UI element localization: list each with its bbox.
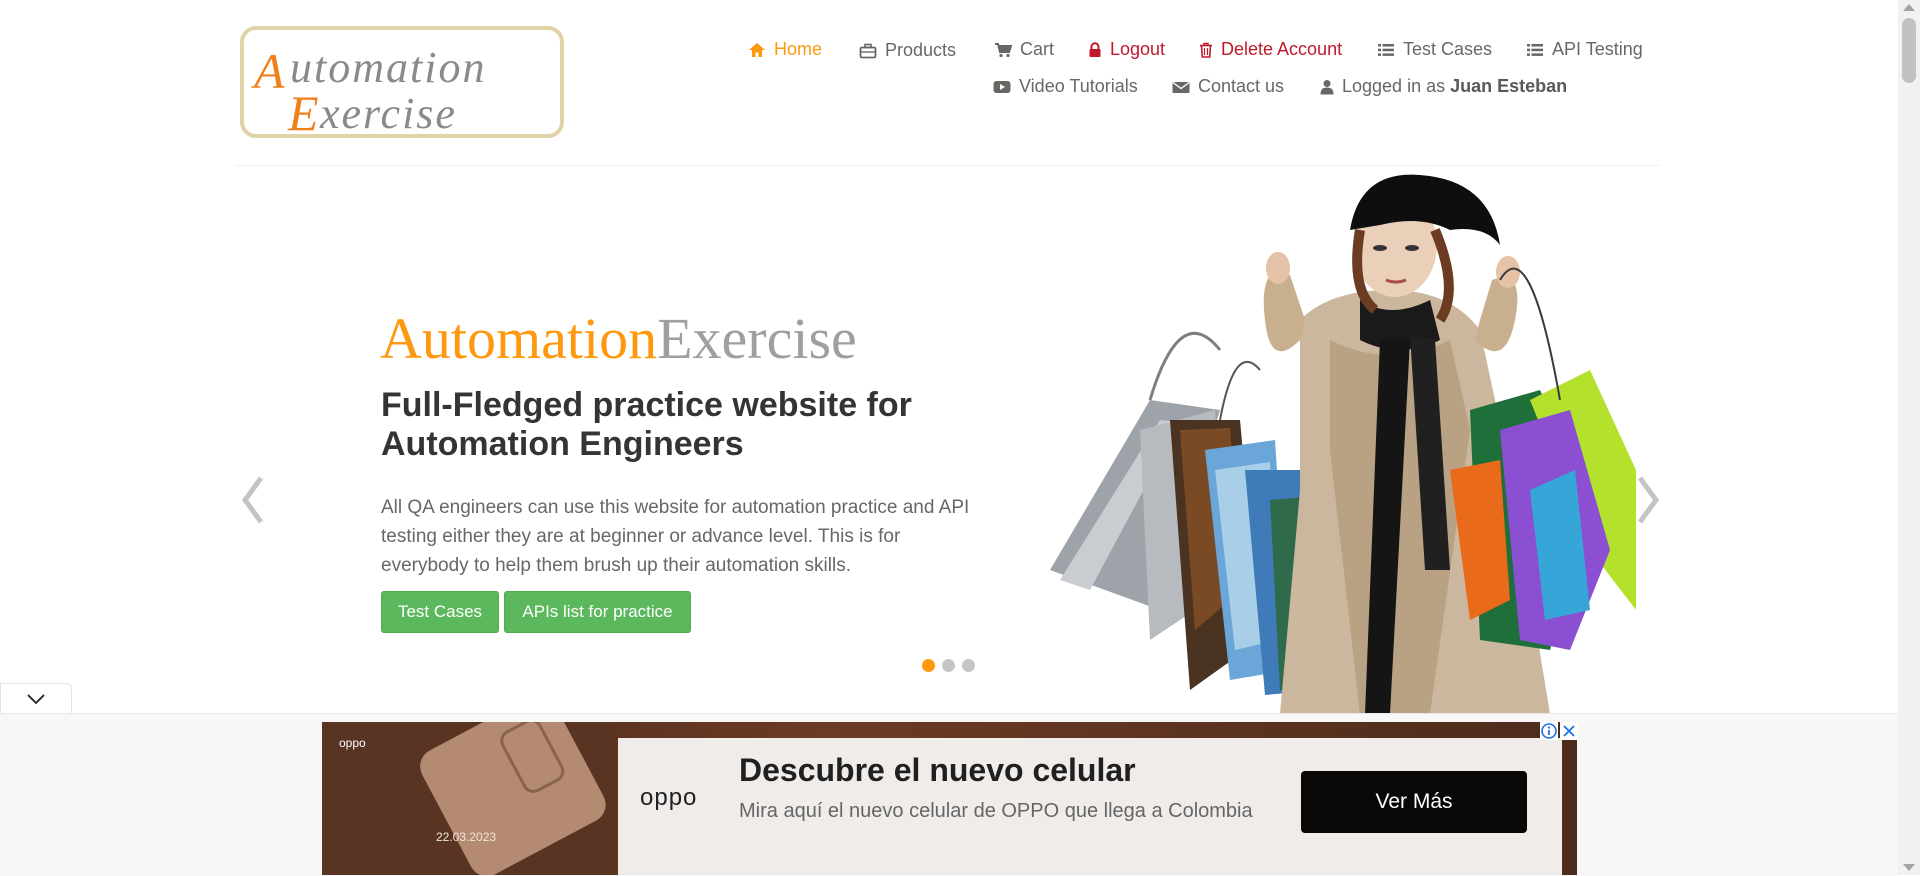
slider-dot-3[interactable] xyxy=(962,659,975,672)
nav-delete-account[interactable]: Delete Account xyxy=(1199,39,1342,60)
ad-date: 22.03.2023 xyxy=(436,830,497,844)
logged-in-text: Logged in as Juan Esteban xyxy=(1342,76,1567,97)
nav-api-testing-label: API Testing xyxy=(1552,39,1643,59)
logo-line2: xercise xyxy=(319,89,457,138)
home-icon xyxy=(749,42,765,57)
nav-logout-label: Logout xyxy=(1110,39,1166,59)
hero-image xyxy=(1050,174,1636,714)
header-divider xyxy=(235,165,1660,166)
nav-video-tutorials-label: Video Tutorials xyxy=(1019,76,1138,96)
brand-part-automation: Automation xyxy=(380,306,658,371)
nav-cart[interactable]: Cart xyxy=(994,39,1054,60)
nav-test-cases-label: Test Cases xyxy=(1403,39,1493,59)
ad-close-button[interactable] xyxy=(1560,722,1578,740)
nav-home-label: Home xyxy=(774,39,823,59)
user-icon xyxy=(1320,79,1334,94)
chevron-left-icon xyxy=(241,476,264,524)
slider-dot-2[interactable] xyxy=(942,659,955,672)
slider-prev-button[interactable] xyxy=(235,470,271,530)
list-icon xyxy=(1378,43,1394,56)
slider-indicators xyxy=(922,659,975,672)
list-icon xyxy=(1527,43,1543,56)
ad-brand-logo: oppo xyxy=(640,784,698,811)
scroll-up-arrow[interactable] xyxy=(1903,4,1915,11)
site-logo[interactable]: A utomation E xercise xyxy=(240,26,564,141)
ad-subtext: Mira aquí el nuevo celular de OPPO que l… xyxy=(739,800,1253,822)
envelope-icon xyxy=(1172,81,1190,93)
logo-graphic: A utomation E xercise xyxy=(251,43,486,141)
logged-in-username: Juan Esteban xyxy=(1450,76,1568,96)
slider-title: Full-Fledged practice website for Automa… xyxy=(381,386,912,463)
nav-api-testing[interactable]: API Testing xyxy=(1526,39,1643,60)
ad-info-button[interactable] xyxy=(1540,722,1558,740)
ad-headline: Descubre el nuevo celular xyxy=(739,752,1136,788)
test-cases-button[interactable]: Test Cases xyxy=(381,591,499,633)
logo-line1: utomation xyxy=(290,43,486,92)
slider-dot-1[interactable] xyxy=(922,659,935,672)
nav-video-tutorials[interactable]: Video Tutorials xyxy=(993,76,1138,97)
nav-contact-us[interactable]: Contact us xyxy=(1172,76,1284,97)
slider-description: All QA engineers can use this website fo… xyxy=(381,497,970,576)
ad-cta-button[interactable]: Ver Más xyxy=(1301,771,1527,833)
nav-logged-in[interactable]: Logged in as Juan Esteban xyxy=(1320,76,1567,97)
nav-cart-label: Cart xyxy=(1020,39,1055,59)
briefcase-icon xyxy=(859,43,877,58)
logo-initial-e: E xyxy=(287,85,319,141)
youtube-icon xyxy=(993,80,1011,93)
page-scrollbar[interactable] xyxy=(1898,0,1920,875)
ad-small-brand: oppo xyxy=(339,736,366,750)
brand-part-exercise: Exercise xyxy=(657,306,857,371)
chevron-down-icon xyxy=(27,693,45,704)
scrollbar-thumb[interactable] xyxy=(1902,18,1916,83)
apis-list-button[interactable]: APIs list for practice xyxy=(504,591,691,633)
ad-info-icon xyxy=(1541,723,1557,739)
nav-contact-us-label: Contact us xyxy=(1198,76,1285,96)
logo-initial-a: A xyxy=(251,43,285,99)
nav-delete-account-label: Delete Account xyxy=(1221,39,1343,59)
nav-products[interactable]: Products xyxy=(859,40,956,61)
trash-icon xyxy=(1200,42,1212,58)
nav-home[interactable]: Home xyxy=(748,39,822,60)
ad-collapse-toggle[interactable] xyxy=(0,683,72,713)
ad-banner[interactable]: oppo 22.03.2023 oppo Descubre el nuevo c… xyxy=(322,722,1577,875)
nav-products-label: Products xyxy=(885,40,957,60)
slider-brand: AutomationExercise xyxy=(380,310,857,368)
ad-close-icon xyxy=(1563,725,1575,737)
ad-card[interactable]: oppo Descubre el nuevo celular Mira aquí… xyxy=(618,738,1562,875)
nav-test-cases[interactable]: Test Cases xyxy=(1377,39,1492,60)
logged-in-prefix: Logged in as xyxy=(1342,76,1446,96)
lock-icon xyxy=(1089,41,1101,57)
scroll-down-arrow[interactable] xyxy=(1903,864,1915,871)
cart-icon xyxy=(995,42,1012,57)
nav-logout[interactable]: Logout xyxy=(1088,39,1165,60)
